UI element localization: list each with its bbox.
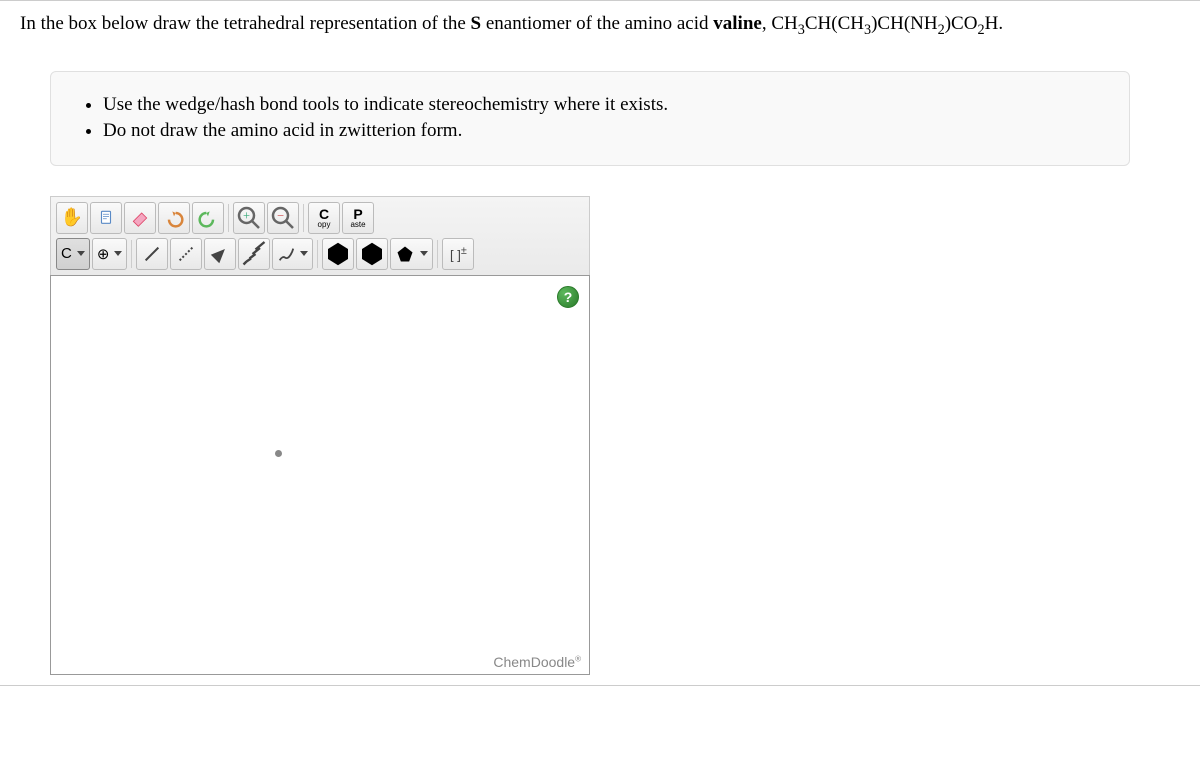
toolbar-row-1: ✋ + − [54, 200, 586, 236]
formula-end: H. [985, 13, 1003, 34]
svg-text:−: − [277, 208, 284, 222]
clear-tool[interactable] [90, 202, 122, 234]
wedge-bond-tool[interactable] [204, 238, 236, 270]
canvas-center-dot [275, 450, 282, 457]
divider [131, 240, 132, 268]
zoom-out-button[interactable]: − [267, 202, 299, 234]
help-label: ? [564, 289, 573, 305]
help-button[interactable]: ? [557, 286, 579, 308]
formula-mid2: )CH(NH [871, 13, 938, 34]
brand-mark: ® [575, 654, 581, 663]
caret-icon [300, 251, 308, 256]
svg-text:+: + [243, 208, 250, 222]
chem-editor: ✋ + − [50, 196, 590, 675]
divider [317, 240, 318, 268]
benzene-tool[interactable] [356, 238, 388, 270]
formula-sub1: 3 [798, 22, 805, 38]
ring-picker[interactable] [390, 238, 433, 270]
charge-bracket: [ ] [450, 248, 461, 263]
instructions-box: Use the wedge/hash bond tools to indicat… [50, 71, 1130, 166]
instructions-list: Use the wedge/hash bond tools to indicat… [81, 92, 1099, 145]
paste-label-small: aste [350, 221, 365, 229]
add-atom-picker[interactable]: ⊕ [92, 238, 128, 270]
formula-mid1: CH(CH [805, 13, 864, 34]
formula-sub3: 2 [938, 22, 945, 38]
chemdoodle-brand: ChemDoodle® [493, 654, 581, 670]
divider [228, 204, 229, 232]
single-bond-icon [145, 247, 159, 261]
toolbar-row-2: C ⊕ [54, 236, 586, 272]
formula-mid3: )CO [945, 13, 978, 34]
zoom-in-icon: + [234, 203, 264, 233]
question-area: In the box below draw the tetrahedral re… [0, 0, 1200, 686]
move-tool[interactable]: ✋ [56, 202, 88, 234]
redo-button[interactable] [192, 202, 224, 234]
cyclohexane-tool[interactable] [322, 238, 354, 270]
charge-tool[interactable]: [ ]± [442, 238, 474, 270]
wavy-bond-picker[interactable] [272, 238, 313, 270]
hash-bond-tool[interactable] [238, 238, 270, 270]
divider [303, 204, 304, 232]
paste-label-big: P [353, 207, 362, 221]
pentagon-icon [395, 244, 415, 264]
question-bold-s: S [471, 13, 482, 34]
charge-sup: ± [461, 245, 467, 257]
wavy-bond-icon [277, 245, 295, 263]
erase-tool[interactable] [124, 202, 156, 234]
formula-sub4: 2 [977, 22, 984, 38]
caret-icon [114, 251, 122, 256]
copy-label-big: C [319, 207, 329, 221]
question-mid: enantiomer of the amino acid [481, 13, 713, 34]
hand-icon: ✋ [61, 207, 83, 228]
charge-icon: [ ]± [450, 245, 467, 262]
element-picker[interactable]: C [56, 238, 90, 270]
zoom-in-button[interactable]: + [233, 202, 265, 234]
formula-prefix: , CH [762, 13, 798, 34]
single-bond-tool[interactable] [136, 238, 168, 270]
partial-bond-tool[interactable] [170, 238, 202, 270]
zoom-out-icon: − [268, 203, 298, 233]
question-bold-valine: valine [713, 13, 762, 34]
eraser-icon [130, 208, 150, 228]
question-prefix: In the box below draw the tetrahedral re… [20, 13, 471, 34]
drawing-canvas[interactable]: ? ChemDoodle® [50, 275, 590, 675]
hexagon-icon [323, 239, 353, 269]
question-text: In the box below draw the tetrahedral re… [20, 11, 1180, 41]
wedge-icon [211, 245, 229, 263]
caret-icon [420, 251, 428, 256]
document-icon [97, 209, 115, 227]
copy-button[interactable]: C opy [308, 202, 340, 234]
copy-label-small: opy [318, 221, 331, 229]
benzene-icon [357, 239, 387, 269]
brand-text: ChemDoodle [493, 654, 575, 670]
instruction-1: Use the wedge/hash bond tools to indicat… [103, 92, 1099, 119]
toolbar: ✋ + − [50, 196, 590, 275]
element-label: C [61, 245, 72, 262]
plus-circle-icon: ⊕ [97, 245, 110, 263]
caret-icon [77, 251, 85, 256]
paste-button[interactable]: P aste [342, 202, 374, 234]
undo-button[interactable] [158, 202, 190, 234]
hash-wedge-icon [239, 239, 269, 269]
instruction-2: Do not draw the amino acid in zwitterion… [103, 118, 1099, 145]
partial-bond-icon [179, 247, 193, 261]
divider [437, 240, 438, 268]
redo-icon [198, 208, 218, 228]
undo-icon [164, 208, 184, 228]
